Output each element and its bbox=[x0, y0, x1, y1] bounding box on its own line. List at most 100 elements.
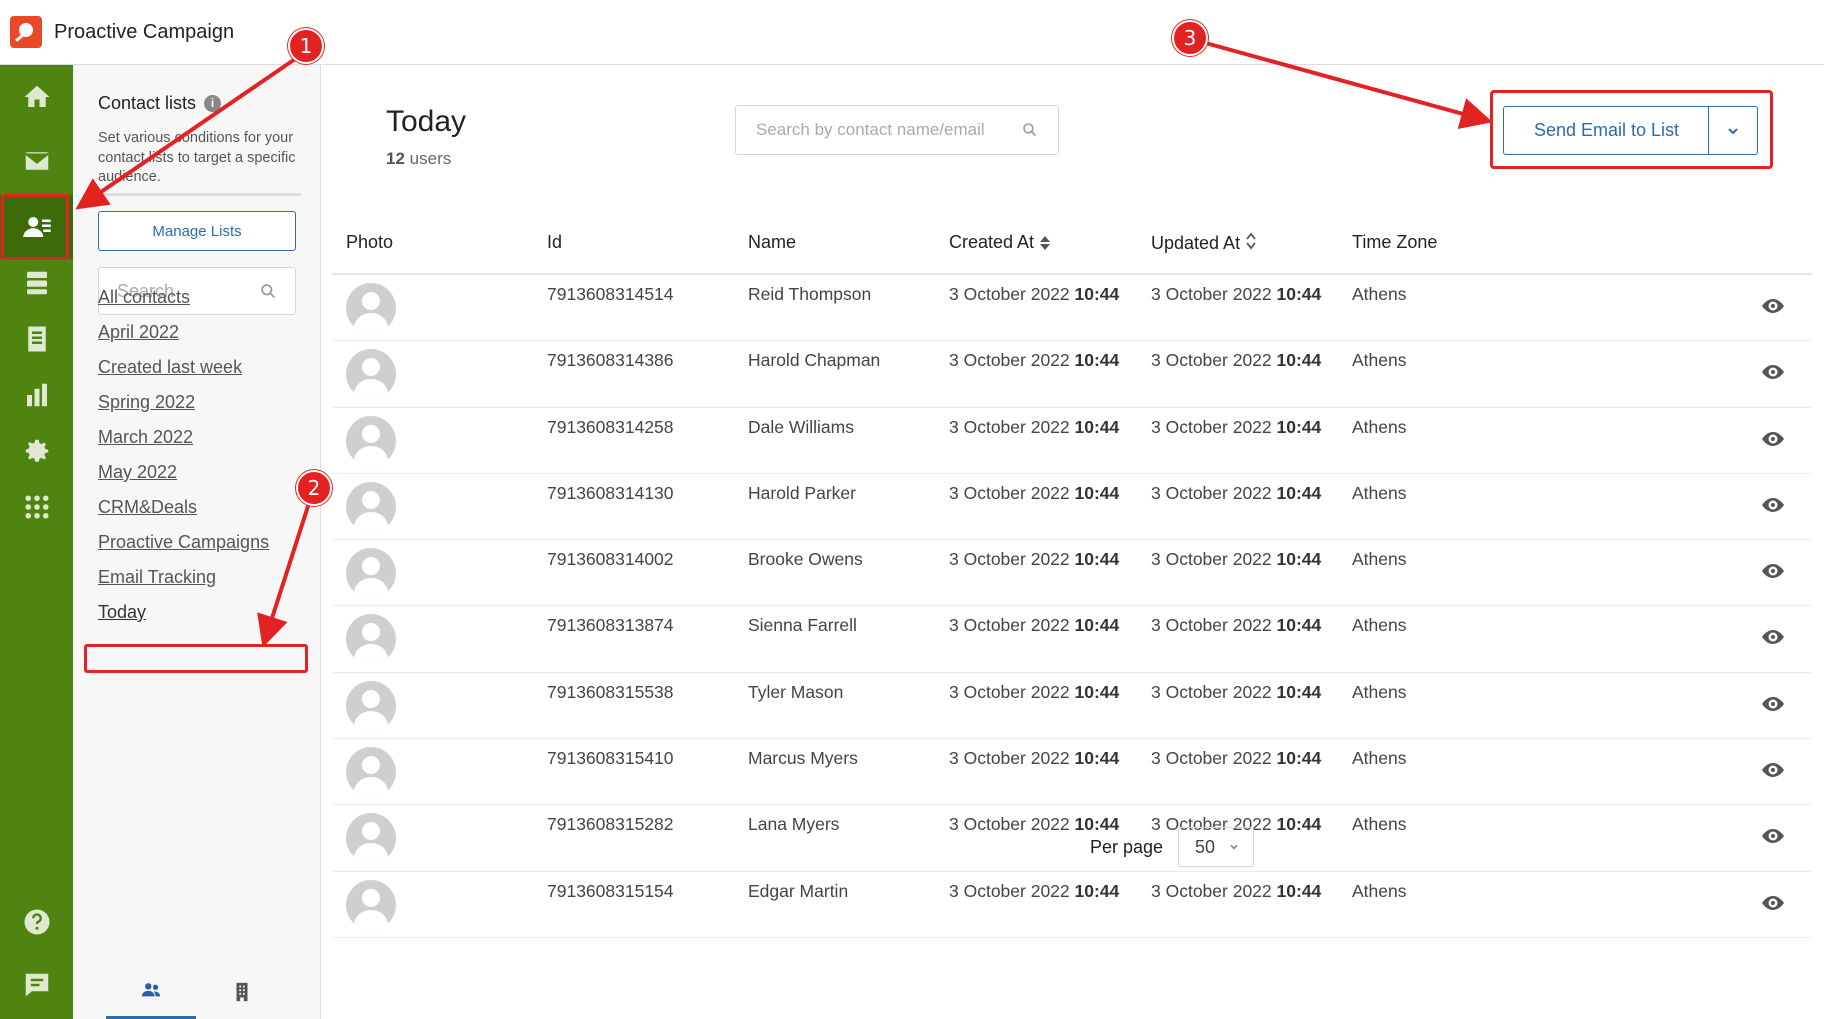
bar-chart-icon[interactable] bbox=[0, 363, 73, 427]
eye-icon[interactable] bbox=[1762, 696, 1784, 711]
cell-created-at: 3 October 2022 10:44 bbox=[949, 350, 1119, 371]
table-row: 7913608314130 Harold Parker 3 October 2022… bbox=[332, 474, 1812, 541]
updated-date: 3 October 2022 bbox=[1151, 416, 1272, 437]
column-header-time-zone: Time Zone bbox=[1352, 232, 1437, 253]
list-link-proactive-campaigns[interactable]: Proactive Campaigns bbox=[98, 532, 269, 553]
send-email-to-list-button[interactable]: Send Email to List bbox=[1503, 106, 1709, 155]
cell-created-at: 3 October 2022 10:44 bbox=[949, 284, 1119, 305]
column-header-updated-at[interactable]: Updated At bbox=[1151, 232, 1257, 255]
eye-icon[interactable] bbox=[1762, 431, 1784, 446]
chat-icon[interactable] bbox=[0, 953, 73, 1017]
page-title: Today bbox=[386, 105, 467, 138]
search-icon bbox=[1023, 123, 1037, 137]
table-body: 7913608314514 Reid Thompson 3 October 2022… bbox=[332, 275, 1812, 938]
per-page-select[interactable]: 50 bbox=[1178, 827, 1254, 867]
sort-icon[interactable] bbox=[1245, 232, 1257, 255]
cell-name: Lana Myers bbox=[748, 814, 840, 835]
home-icon[interactable] bbox=[0, 65, 73, 129]
cell-updated-at: 3 October 2022 10:44 bbox=[1151, 881, 1321, 902]
cell-id: 7913608314002 bbox=[547, 549, 674, 570]
chevron-down-icon bbox=[1230, 844, 1238, 850]
help-icon[interactable] bbox=[0, 890, 73, 954]
annotation-box-contacts bbox=[1, 194, 69, 260]
updated-date: 3 October 2022 bbox=[1151, 748, 1272, 769]
column-header-name: Name bbox=[748, 232, 796, 253]
list-link-created-last-week[interactable]: Created last week bbox=[98, 357, 242, 378]
cell-updated-at: 3 October 2022 10:44 bbox=[1151, 549, 1321, 570]
cell-time-zone: Athens bbox=[1352, 549, 1407, 570]
cell-id: 7913608315154 bbox=[547, 880, 674, 901]
column-header-label: Created At bbox=[949, 232, 1035, 252]
sort-icon[interactable] bbox=[1039, 234, 1051, 252]
created-date: 3 October 2022 bbox=[949, 350, 1070, 371]
mail-icon[interactable] bbox=[0, 129, 73, 193]
eye-icon[interactable] bbox=[1762, 299, 1784, 313]
form-icon[interactable] bbox=[0, 307, 73, 371]
avatar bbox=[346, 548, 396, 599]
avatar bbox=[346, 481, 396, 532]
apps-grid-icon[interactable] bbox=[0, 475, 73, 539]
info-icon[interactable]: i bbox=[204, 95, 222, 112]
list-link-april-2022[interactable]: April 2022 bbox=[98, 322, 179, 343]
list-link-march-2022[interactable]: March 2022 bbox=[98, 427, 193, 448]
cell-time-zone: Athens bbox=[1352, 814, 1407, 835]
cell-name: Harold Parker bbox=[748, 482, 856, 503]
contact-search-input[interactable]: Search by contact name/email bbox=[735, 105, 1059, 155]
updated-date: 3 October 2022 bbox=[1151, 880, 1272, 901]
cell-updated-at: 3 October 2022 10:44 bbox=[1151, 682, 1321, 703]
table-row: 7913608314514 Reid Thompson 3 October 2022… bbox=[332, 275, 1812, 342]
updated-date: 3 October 2022 bbox=[1151, 350, 1272, 371]
column-header-created-at[interactable]: Created At bbox=[949, 232, 1051, 253]
cell-time-zone: Athens bbox=[1352, 748, 1407, 769]
cell-id: 7913608315538 bbox=[547, 681, 674, 702]
eye-icon[interactable] bbox=[1762, 365, 1784, 380]
cell-name: Dale Williams bbox=[748, 416, 854, 437]
list-link-crm-deals[interactable]: CRM&Deals bbox=[98, 497, 197, 518]
updated-time: 10:44 bbox=[1276, 748, 1322, 769]
per-page-label: Per page bbox=[1090, 837, 1164, 857]
cell-created-at: 3 October 2022 10:44 bbox=[949, 814, 1119, 835]
list-link-spring-2022[interactable]: Spring 2022 bbox=[98, 392, 195, 413]
cell-created-at: 3 October 2022 10:44 bbox=[949, 748, 1119, 769]
cell-name: Marcus Myers bbox=[748, 748, 858, 769]
per-page-value: 50 bbox=[1195, 836, 1216, 857]
avatar bbox=[346, 747, 396, 798]
tab-companies[interactable] bbox=[197, 964, 287, 1019]
eye-icon[interactable] bbox=[1762, 763, 1784, 778]
cell-time-zone: Athens bbox=[1352, 681, 1407, 702]
gear-icon[interactable] bbox=[0, 419, 73, 483]
updated-date: 3 October 2022 bbox=[1151, 549, 1272, 570]
list-link-email-tracking[interactable]: Email Tracking bbox=[98, 567, 216, 588]
created-date: 3 October 2022 bbox=[949, 416, 1070, 437]
cell-id: 7913608314130 bbox=[547, 482, 674, 503]
list-link-all-contacts[interactable]: All contacts bbox=[98, 287, 190, 308]
column-header-photo: Photo bbox=[346, 232, 393, 253]
avatar bbox=[346, 680, 396, 731]
cell-created-at: 3 October 2022 10:44 bbox=[949, 881, 1119, 902]
eye-icon[interactable] bbox=[1762, 497, 1784, 512]
tab-people[interactable] bbox=[106, 964, 196, 1019]
list-link-today[interactable]: Today bbox=[98, 602, 146, 623]
cell-name: Reid Thompson bbox=[748, 284, 872, 304]
avatar bbox=[346, 349, 396, 400]
created-time: 10:44 bbox=[1074, 880, 1120, 901]
cell-time-zone: Athens bbox=[1352, 416, 1407, 437]
stack-icon[interactable] bbox=[0, 251, 73, 315]
app-title: Proactive Campaign bbox=[54, 20, 235, 43]
eye-icon[interactable] bbox=[1762, 630, 1784, 645]
cell-created-at: 3 October 2022 10:44 bbox=[949, 483, 1119, 504]
updated-date: 3 October 2022 bbox=[1151, 615, 1272, 636]
updated-time: 10:44 bbox=[1276, 615, 1322, 636]
building-icon bbox=[236, 982, 248, 1001]
eye-icon[interactable] bbox=[1762, 564, 1784, 579]
manage-lists-button[interactable]: Manage Lists bbox=[98, 211, 296, 251]
chevron-down-icon bbox=[1728, 127, 1738, 134]
list-link-may-2022[interactable]: May 2022 bbox=[98, 462, 177, 483]
eye-icon[interactable] bbox=[1762, 895, 1784, 910]
eye-icon[interactable] bbox=[1762, 829, 1784, 844]
created-time: 10:44 bbox=[1074, 416, 1120, 437]
cell-id: 7913608314258 bbox=[547, 416, 674, 437]
cell-time-zone: Athens bbox=[1352, 880, 1407, 901]
send-options-dropdown[interactable] bbox=[1708, 106, 1758, 155]
created-date: 3 October 2022 bbox=[949, 549, 1070, 570]
